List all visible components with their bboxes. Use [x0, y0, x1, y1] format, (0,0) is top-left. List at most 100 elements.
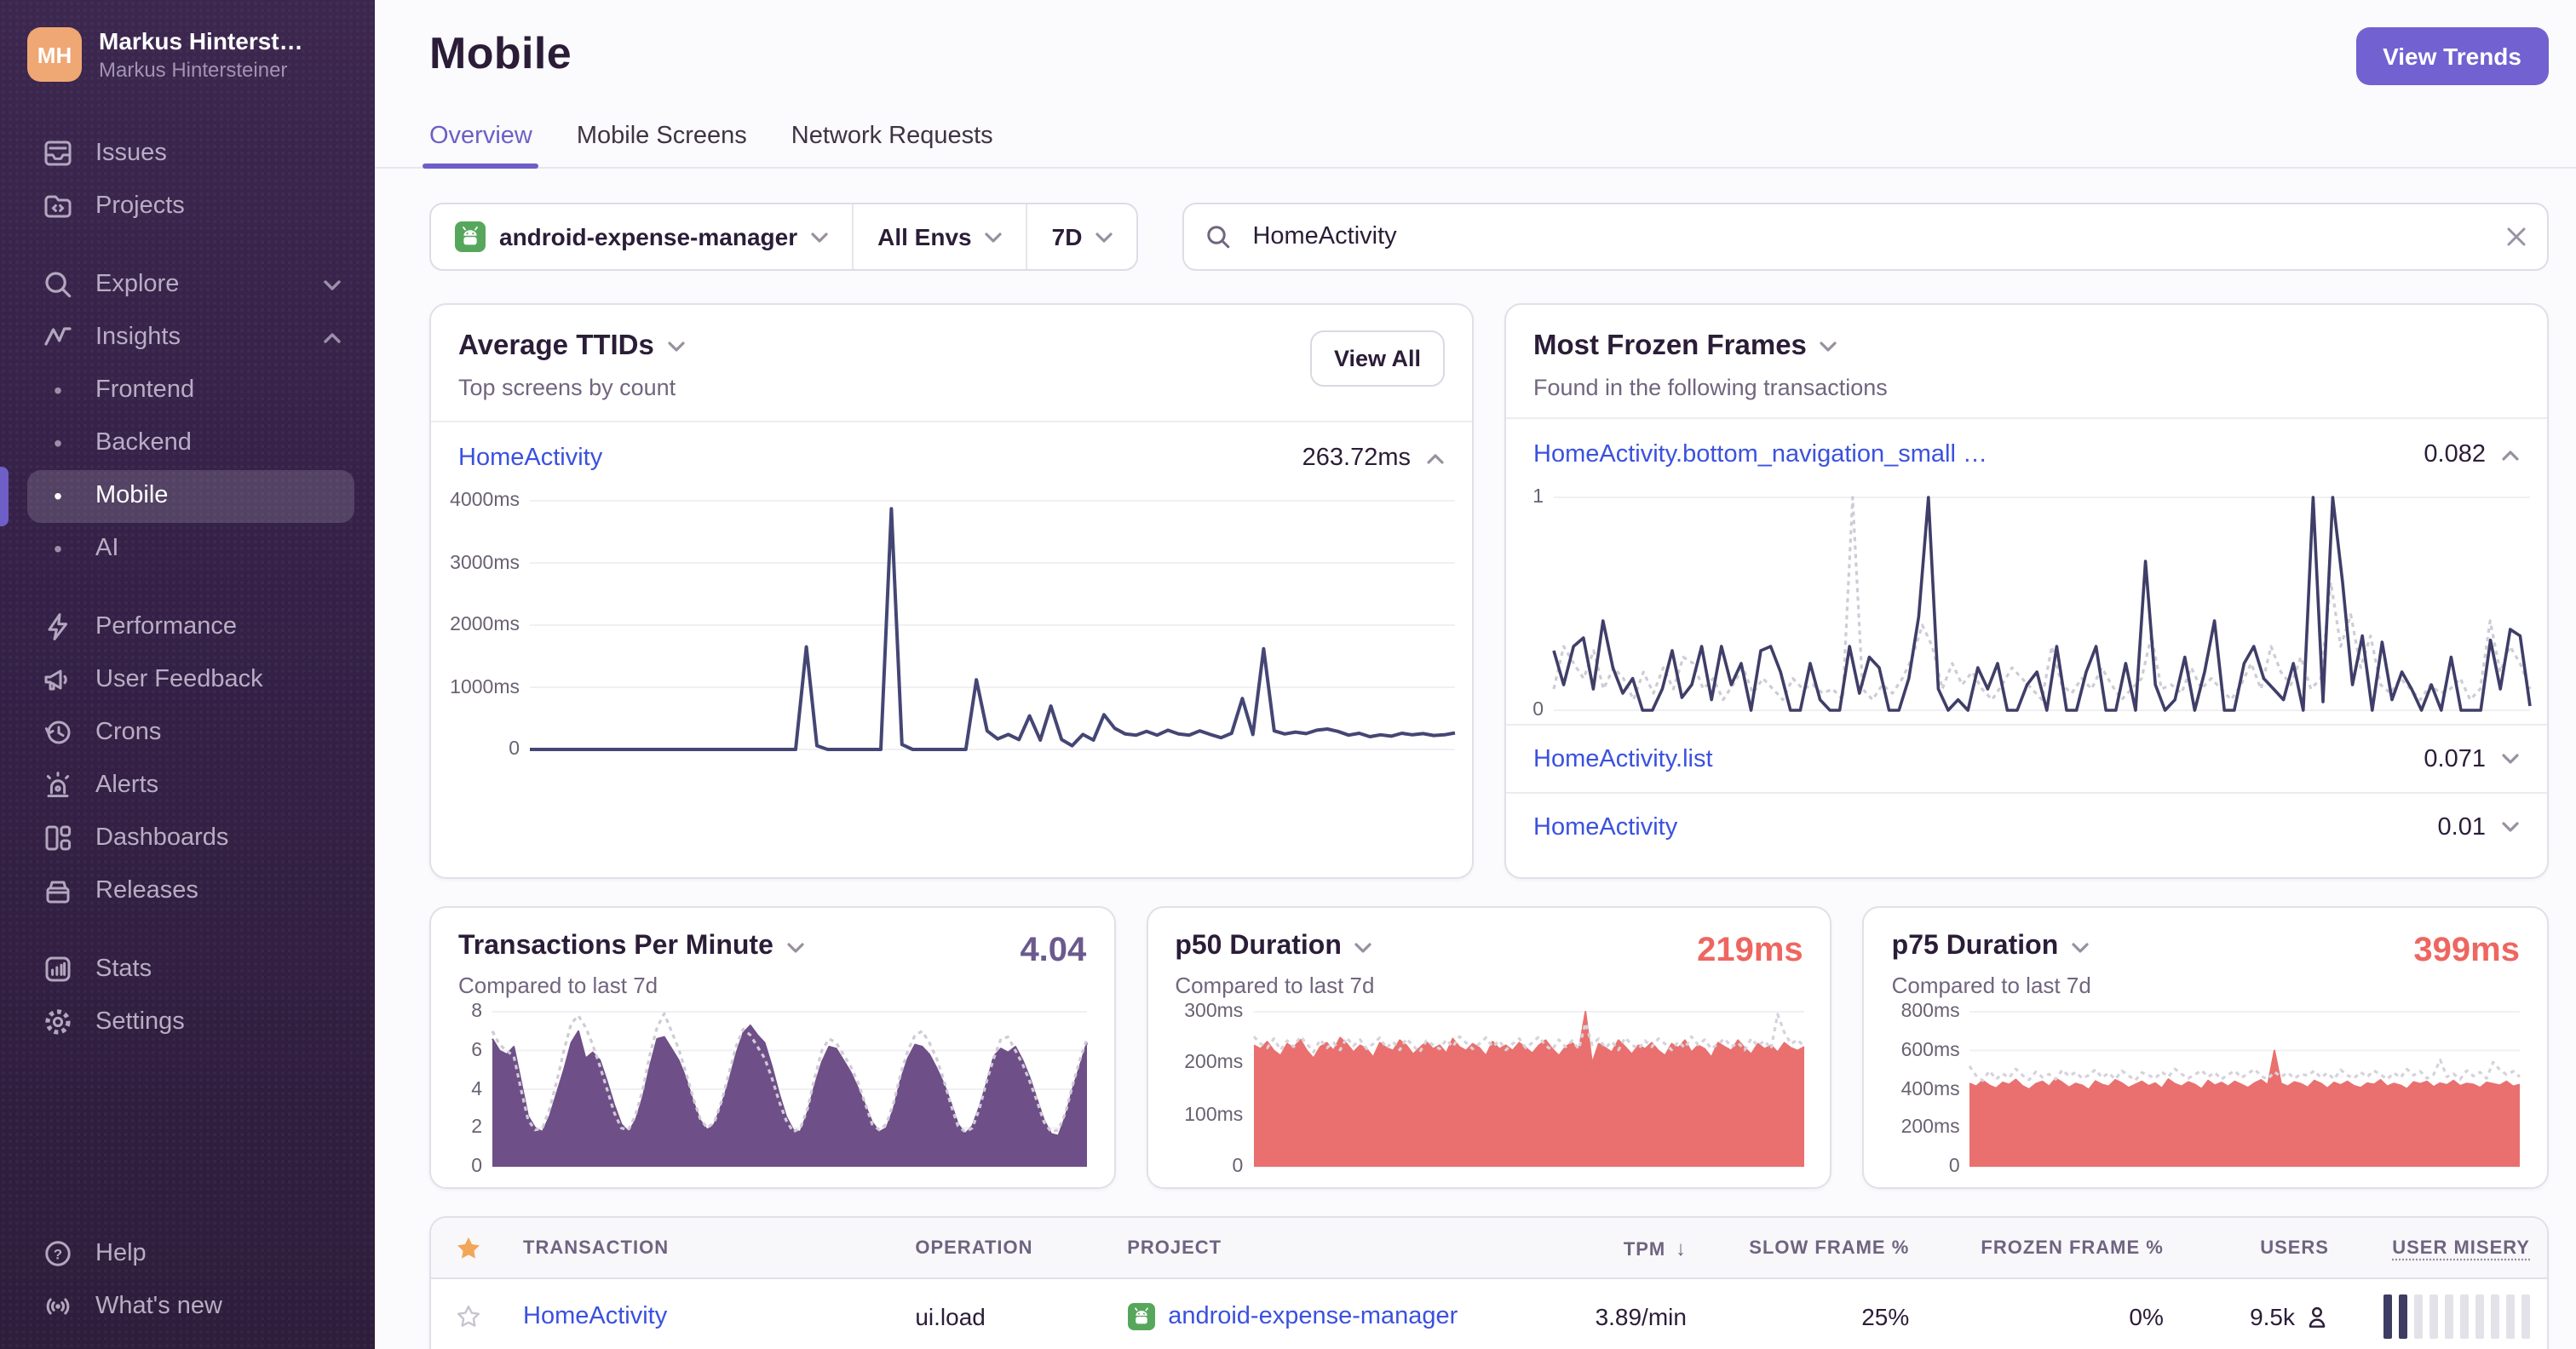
row-tpm: 3.89/min [1595, 1303, 1687, 1330]
col-user-misery[interactable]: USER MISERY [2346, 1237, 2547, 1258]
main-content: Mobile View Trends Overview Mobile Scree… [375, 0, 2576, 1349]
col-users[interactable]: USERS [2181, 1237, 2346, 1258]
p50-subtitle: Compared to last 7d [1175, 973, 1375, 998]
environment-selector[interactable]: All Envs [852, 204, 1026, 269]
sidebar-item-insights[interactable]: Insights [27, 311, 354, 364]
view-all-button[interactable]: View All [1309, 330, 1445, 387]
sidebar-bottom: ? Help What's new [27, 1226, 358, 1332]
chevron-down-icon [1095, 231, 1113, 243]
tab-mobile-screens[interactable]: Mobile Screens [577, 123, 747, 167]
environment-selector-value: All Envs [877, 223, 972, 250]
average-ttids-card: Average TTIDs Top screens by count View … [429, 303, 1474, 879]
sidebar-label: Backend [95, 429, 192, 456]
row-operation: ui.load [915, 1303, 986, 1330]
android-icon [1127, 1303, 1155, 1330]
expand-chevron-down-icon[interactable] [2501, 753, 2520, 765]
sidebar-item-mobile[interactable]: • Mobile [0, 466, 354, 525]
avatar: MH [27, 27, 82, 83]
view-trends-button[interactable]: View Trends [2355, 27, 2549, 85]
tab-network-requests[interactable]: Network Requests [791, 123, 993, 167]
col-transaction[interactable]: TRANSACTION [506, 1237, 898, 1258]
search-icon [41, 267, 75, 301]
sidebar-label: Stats [95, 956, 152, 983]
sidebar-item-help[interactable]: ? Help [27, 1226, 354, 1279]
sidebar-item-projects[interactable]: Projects [27, 180, 354, 232]
sidebar-item-whats-new[interactable]: What's new [27, 1279, 354, 1332]
sidebar-label: User Feedback [95, 666, 263, 693]
sidebar-item-ai[interactable]: • AI [27, 522, 354, 575]
bullet-icon: • [54, 376, 62, 404]
date-range-value: 7D [1051, 223, 1083, 250]
p50-chart: 300ms 200ms 100ms 0 [1175, 1002, 1805, 1177]
clear-search-icon[interactable] [2506, 227, 2527, 247]
sidebar-item-dashboards[interactable]: Dashboards [27, 812, 354, 864]
frozen-value-1: 0.082 [2424, 441, 2486, 468]
date-range-selector[interactable]: 7D [1026, 204, 1137, 269]
sidebar-item-stats[interactable]: Stats [27, 943, 354, 996]
frozen-transaction-link-3[interactable]: HomeActivity [1533, 813, 1677, 841]
sidebar-label: Dashboards [95, 824, 229, 852]
collapse-chevron-up-icon[interactable] [1426, 452, 1445, 464]
p75-duration-card: p75 Duration Compared to last 7d 399ms 8… [1862, 906, 2549, 1189]
row-frozen-frame: 0% [2129, 1303, 2164, 1330]
svg-text:?: ? [54, 1245, 62, 1261]
sidebar-label: Insights [95, 324, 181, 351]
insights-icon [41, 320, 75, 354]
tpm-value: 4.04 [1020, 932, 1087, 969]
chevron-up-icon [324, 331, 341, 343]
tpm-subtitle: Compared to last 7d [458, 973, 658, 998]
expand-chevron-down-icon[interactable] [2501, 821, 2520, 833]
row-project: android-expense-manager [1110, 1279, 1492, 1349]
user-name: Markus Hintersteiner [99, 57, 288, 81]
project-selector[interactable]: android-expense-manager [431, 204, 852, 269]
search-input[interactable] [1249, 221, 2489, 252]
sidebar-item-explore[interactable]: Explore [27, 258, 354, 311]
sidebar-item-alerts[interactable]: Alerts [27, 759, 354, 812]
p50-value: 219ms [1697, 932, 1803, 969]
page-filters: android-expense-manager All Envs 7D [429, 203, 1139, 271]
frozen-value-3: 0.01 [2437, 813, 2486, 841]
page-title: Mobile [429, 27, 572, 78]
sidebar-item-user-feedback[interactable]: User Feedback [27, 653, 354, 706]
row-user-misery [2346, 1279, 2547, 1349]
ttid-chart: 4000ms 3000ms 2000ms 1000ms 0 [431, 491, 1472, 763]
tab-overview[interactable]: Overview [422, 123, 540, 169]
chevron-down-icon [787, 941, 804, 953]
average-ttids-title[interactable]: Average TTIDs [458, 330, 685, 363]
sidebar-item-issues[interactable]: Issues [27, 127, 354, 180]
row-transaction-link[interactable]: HomeActivity [523, 1303, 667, 1330]
issues-icon [41, 136, 75, 170]
sidebar-item-crons[interactable]: Crons [27, 706, 354, 759]
p75-value: 399ms [2413, 932, 2520, 969]
tpm-title[interactable]: Transactions Per Minute [458, 932, 1086, 962]
sidebar-item-performance[interactable]: Performance [27, 600, 354, 653]
chevron-down-icon [2072, 941, 2089, 953]
col-slow-frame[interactable]: SLOW FRAME % [1704, 1237, 1926, 1258]
sidebar-item-frontend[interactable]: • Frontend [27, 364, 354, 416]
frozen-transaction-link-2[interactable]: HomeActivity.list [1533, 745, 1713, 772]
search-icon [1205, 223, 1232, 250]
frozen-value-2: 0.071 [2424, 745, 2486, 772]
row-project-link[interactable]: android-expense-manager [1168, 1303, 1458, 1330]
sidebar-label: Issues [95, 140, 167, 167]
ttid-transaction-link[interactable]: HomeActivity [458, 445, 602, 472]
col-frozen-frame[interactable]: FROZEN FRAME % [1926, 1237, 2181, 1258]
sidebar-item-backend[interactable]: • Backend [27, 416, 354, 469]
chevron-down-icon [1355, 941, 1372, 953]
col-project[interactable]: PROJECT [1110, 1237, 1492, 1258]
sidebar-label: Performance [95, 613, 238, 640]
col-tpm[interactable]: TPM ↓ [1492, 1236, 1704, 1260]
frozen-transaction-link-1[interactable]: HomeActivity.bottom_navigation_small … [1533, 441, 1987, 468]
star-column-header[interactable] [431, 1234, 506, 1261]
sidebar-label: Projects [95, 192, 185, 220]
sidebar-item-releases[interactable]: Releases [27, 864, 354, 917]
sidebar-nav: Issues Projects Explore Insights • Front… [0, 127, 358, 1226]
most-frozen-frames-title[interactable]: Most Frozen Frames [1533, 330, 1888, 363]
bullet-icon: • [54, 482, 62, 509]
collapse-chevron-up-icon[interactable] [2501, 449, 2520, 461]
org-name: Markus Hinterst… [99, 27, 303, 55]
favorite-star-icon[interactable] [431, 1279, 506, 1349]
col-operation[interactable]: OPERATION [898, 1237, 1110, 1258]
sidebar-item-settings[interactable]: Settings [27, 996, 354, 1048]
org-user-switcher[interactable]: MH Markus Hinterst… Markus Hintersteiner [27, 27, 358, 83]
